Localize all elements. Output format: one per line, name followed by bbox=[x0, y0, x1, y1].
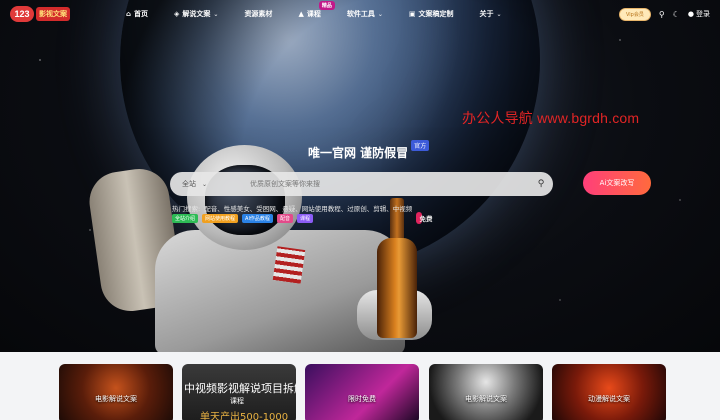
featured-card[interactable]: 电影解说文案 bbox=[59, 364, 173, 420]
chevron-down-icon: ⌄ bbox=[496, 10, 502, 18]
nav-label: 解说文案 bbox=[182, 10, 211, 18]
nav-label: 资源素材 bbox=[244, 10, 273, 18]
nav-custom-scripts[interactable]: ▣ 文案稿定制 bbox=[409, 9, 454, 19]
nav-courses[interactable]: ▲ 课程 精品 bbox=[298, 1, 335, 19]
ai-rewrite-button[interactable]: Ai文案改写 bbox=[583, 171, 651, 195]
graduation-cap-icon: ▲ bbox=[298, 10, 304, 18]
nav-commentary-scripts[interactable]: ◈ 解说文案 ⌄ bbox=[174, 9, 218, 19]
top-nav-bar: 123 影视文案 ⌂ 首页 ◈ 解说文案 ⌄ 资源素材 免费 ▲ 课程 精品 软… bbox=[0, 0, 720, 224]
login-label: 登录 bbox=[696, 10, 710, 18]
tag-voiceover[interactable]: 配音 bbox=[276, 214, 293, 223]
card-headline: 中视频影视解说项目拆解 bbox=[184, 382, 296, 395]
card-subtitle: 课程 bbox=[230, 397, 244, 405]
card-title: 电影解说文案 bbox=[95, 395, 137, 403]
chevron-down-icon: ⌄ bbox=[213, 10, 219, 18]
nav-software-tools[interactable]: 软件工具 ⌄ bbox=[347, 9, 383, 19]
search-icon[interactable]: ⚲ bbox=[659, 10, 665, 19]
watermark-text: 办公人导航 www.bgrdh.com bbox=[462, 110, 640, 126]
tag-site-tutorial[interactable]: 网站使用教程 bbox=[202, 214, 239, 223]
card-title: 动漫解说文案 bbox=[588, 395, 630, 403]
featured-card[interactable]: 动漫解说文案 bbox=[552, 364, 666, 420]
bottle-body bbox=[377, 238, 417, 338]
tag-ai-tutorial[interactable]: AI作品教程 bbox=[242, 214, 273, 223]
quick-tags: 全站介绍 网站使用教程 AI作品教程 配音 课程 bbox=[172, 214, 313, 223]
user-icon: ● bbox=[687, 10, 694, 18]
nav-about[interactable]: 关于 ⌄ bbox=[479, 9, 501, 19]
featured-card-course[interactable]: 中视频影视解说项目拆解 课程 单天产出500-1000 bbox=[182, 364, 296, 420]
search-category-label: 全站 bbox=[182, 180, 196, 188]
headline: 唯一官网 谨防假冒 官方 bbox=[308, 140, 430, 161]
header-actions: Vip会员 ⚲ ☾ ● 登录 bbox=[618, 7, 710, 21]
nav-label: 文案稿定制 bbox=[418, 10, 454, 18]
nav-resources[interactable]: 资源素材 免费 bbox=[244, 9, 432, 224]
hot-search-terms[interactable]: 配音、性感美女、受困网、悬疑、网站使用教程、过原创、剪辑、中视频 bbox=[204, 205, 412, 213]
vip-button[interactable]: Vip会员 bbox=[618, 7, 651, 21]
featured-section: 电影解说文案 中视频影视解说项目拆解 课程 单天产出500-1000 限时免费 … bbox=[0, 352, 720, 420]
bottle-image bbox=[377, 198, 417, 338]
search-category-select[interactable]: 全站 ⌄ bbox=[170, 179, 250, 189]
login-button[interactable]: ● 登录 bbox=[688, 9, 710, 19]
tag-site-intro[interactable]: 全站介绍 bbox=[172, 214, 199, 223]
featured-card[interactable]: 限时免费 bbox=[305, 364, 419, 420]
moon-icon[interactable]: ☾ bbox=[673, 10, 680, 19]
flag-patch bbox=[272, 246, 306, 284]
nav-label: 关于 bbox=[479, 10, 494, 18]
search-input[interactable] bbox=[250, 180, 529, 188]
main-nav: ⌂ 首页 ◈ 解说文案 ⌄ 资源素材 免费 ▲ 课程 精品 软件工具 ⌄ ▣ 文… bbox=[126, 1, 528, 224]
logo-text: 影视文案 bbox=[36, 7, 70, 21]
nav-home[interactable]: ⌂ 首页 bbox=[126, 9, 148, 19]
document-icon: ▣ bbox=[408, 10, 416, 18]
featured-card[interactable]: 电影解说文案 bbox=[429, 364, 543, 420]
free-badge: 免费 bbox=[416, 212, 432, 224]
card-title: 电影解说文案 bbox=[465, 395, 507, 403]
hot-searches: 热门搜索: 配音、性感美女、受困网、悬疑、网站使用教程、过原创、剪辑、中视频 bbox=[172, 203, 412, 213]
nav-label: 课程 bbox=[306, 10, 321, 18]
official-badge: 官方 bbox=[411, 140, 430, 151]
search-bar: 全站 ⌄ ⚲ bbox=[170, 172, 553, 196]
headline-title: 唯一官网 谨防假冒 bbox=[308, 146, 409, 160]
nav-label: 软件工具 bbox=[346, 10, 375, 18]
chevron-down-icon: ⌄ bbox=[202, 180, 208, 188]
card-title: 限时免费 bbox=[348, 395, 376, 403]
logo-mark: 123 bbox=[10, 6, 34, 22]
home-icon: ⌂ bbox=[126, 10, 132, 18]
site-logo[interactable]: 123 影视文案 bbox=[10, 6, 80, 22]
nav-label: 首页 bbox=[134, 10, 149, 18]
tag-courses[interactable]: 课程 bbox=[296, 214, 313, 223]
chevron-down-icon: ⌄ bbox=[377, 10, 383, 18]
cube-icon: ◈ bbox=[174, 10, 180, 18]
card-note: 单天产出500-1000 bbox=[200, 412, 289, 420]
hot-search-label: 热门搜索: bbox=[172, 205, 201, 213]
search-submit-icon[interactable]: ⚲ bbox=[529, 172, 553, 196]
premium-badge: 精品 bbox=[318, 1, 335, 10]
